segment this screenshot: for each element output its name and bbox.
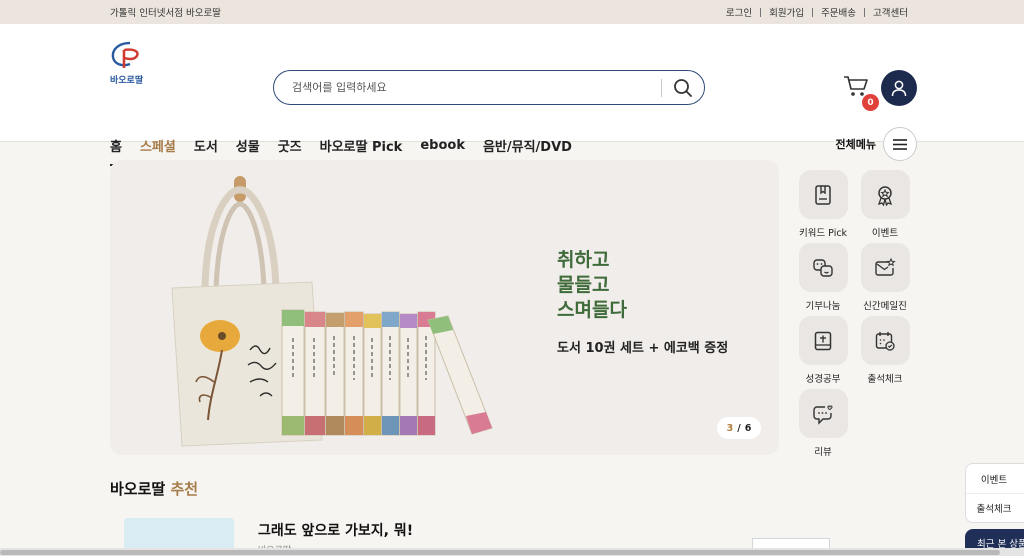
quick-menu-icon-box — [860, 170, 910, 219]
quick-menu-label: 신간메일진 — [863, 301, 907, 312]
quick-menu-attendance[interactable]: 출석체크 — [855, 316, 915, 385]
login-link[interactable]: 로그인 — [718, 5, 760, 19]
quick-menu-icon-box — [860, 243, 910, 292]
customer-center-link[interactable]: 고객센터 — [865, 5, 914, 19]
quick-menu-bible-study[interactable]: 성경공부 — [793, 316, 853, 385]
headline-line: 스며들다 — [557, 299, 627, 321]
top-bar-links: 로그인 회원가입 주문배송 고객센터 — [718, 5, 914, 19]
header: 바오로딸 0 홈 스페셜 도서 성물 굿즈 바오로딸 Pick ebook 음반… — [0, 24, 1024, 166]
quick-menu-icon-box — [798, 243, 848, 292]
main-banner[interactable]: 취하고 물들고 스며들다 도서 10권 세트 + 에코백 증정 3 / 6 — [110, 160, 779, 455]
quick-menu-label: 키워드 Pick — [798, 228, 848, 239]
calendar-check-icon — [875, 331, 895, 351]
quick-menu-newsletter[interactable]: 신간메일진 — [855, 243, 915, 312]
banner-illustration — [171, 176, 493, 447]
share-faces-icon — [813, 258, 833, 277]
quick-menu-label: 출석체크 — [867, 374, 903, 385]
recommend-title-highlight: 추천 — [170, 480, 199, 498]
quick-menu-label: 성경공부 — [805, 374, 841, 385]
quick-menu-event[interactable]: 이벤트 — [855, 170, 915, 239]
all-menu: 전체메뉴 — [836, 127, 917, 161]
logo[interactable]: 바오로딸 — [110, 40, 150, 86]
side-quick-panel: 이벤트 출석체크 — [965, 463, 1024, 523]
headline-line: 물들고 — [557, 274, 610, 296]
quick-menu-keyword-pick[interactable]: 키워드 Pick — [793, 170, 853, 239]
top-bar-brand: 가톨릭 인터넷서점 바오로딸 — [110, 8, 221, 19]
award-badge-icon — [877, 185, 893, 206]
book-title[interactable]: 그래도 앞으로 가보지, 뭐! — [258, 520, 413, 540]
pager-separator: / — [737, 422, 741, 434]
horizontal-scrollbar[interactable] — [0, 548, 1024, 556]
banner-headline: 취하고 물들고 스며들다 — [557, 248, 728, 323]
logo-mark-icon — [111, 41, 139, 68]
bookmark-book-icon — [815, 184, 831, 205]
pager-total: 6 — [744, 422, 752, 434]
quick-menu-label: 이벤트 — [871, 228, 899, 239]
banner-copy: 취하고 물들고 스며들다 도서 10권 세트 + 에코백 증정 — [557, 248, 728, 356]
banner-pager[interactable]: 3 / 6 — [717, 417, 761, 439]
banner-subline: 도서 10권 세트 + 에코백 증정 — [557, 341, 729, 356]
top-bar: 가톨릭 인터넷서점 바오로딸 로그인 회원가입 주문배송 고객센터 — [0, 0, 1024, 24]
hamburger-icon — [893, 138, 907, 150]
signup-link[interactable]: 회원가입 — [761, 5, 812, 19]
profile-button[interactable] — [881, 70, 917, 106]
search-input[interactable] — [274, 81, 661, 94]
recommend-section-title: 바오로딸 추천 — [110, 478, 198, 499]
cart-count-badge: 0 — [862, 94, 879, 111]
all-menu-button[interactable] — [883, 127, 917, 161]
quick-menu-label: 리뷰 — [814, 447, 832, 458]
quick-menu-label: 기부나눔 — [805, 301, 841, 312]
mail-star-icon — [875, 257, 896, 276]
chat-heart-icon — [813, 404, 833, 425]
search-icon[interactable] — [662, 71, 704, 104]
logo-text: 바오로딸 — [110, 76, 144, 86]
pager-current: 3 — [726, 422, 734, 434]
quick-menu-icon-box — [798, 316, 848, 365]
cart-button[interactable]: 0 — [843, 74, 879, 111]
side-attendance-link[interactable]: 출석체크 — [966, 493, 1024, 522]
all-menu-label[interactable]: 전체메뉴 — [836, 136, 876, 152]
cross-book-icon — [814, 331, 832, 350]
quick-menu-review[interactable]: 리뷰 — [793, 389, 853, 458]
search-bar — [273, 70, 705, 105]
quick-menu-donation[interactable]: 기부나눔 — [793, 243, 853, 312]
quick-menu-icon-box — [798, 389, 848, 438]
order-delivery-link[interactable]: 주문배송 — [813, 5, 864, 19]
user-icon — [891, 80, 907, 96]
recommend-title-prefix: 바오로딸 — [110, 480, 171, 498]
side-event-link[interactable]: 이벤트 — [966, 464, 1024, 493]
headline-line: 취하고 — [557, 249, 610, 271]
quick-menu-icon-box — [860, 316, 910, 365]
scrollbar-thumb[interactable] — [0, 550, 1000, 555]
quick-menu-icon-box — [798, 170, 848, 219]
